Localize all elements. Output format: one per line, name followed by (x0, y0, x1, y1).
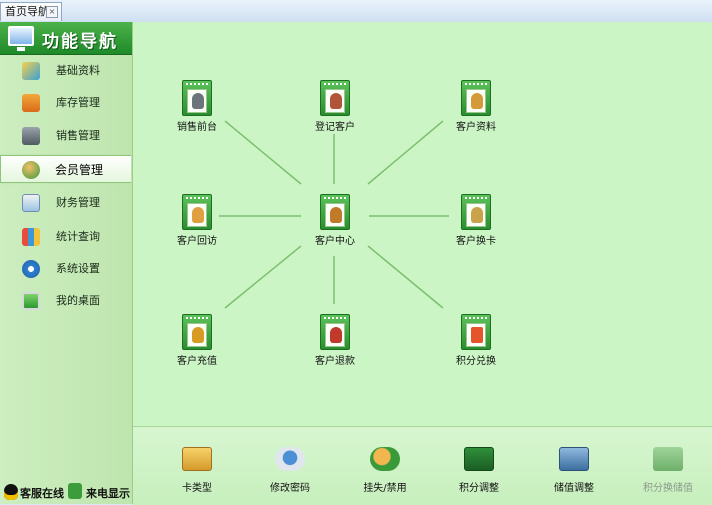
sidebar-item-label: 会员管理 (55, 163, 104, 177)
node-sales-counter[interactable]: 销售前台 (167, 80, 227, 133)
customer-profile-icon (461, 80, 491, 116)
sidebar-item-label: 基础资料 (56, 64, 100, 77)
sidebar-item-label: 财务管理 (56, 196, 100, 209)
finance-chart-icon (22, 194, 40, 212)
change-password-icon (275, 447, 305, 471)
qq-penguin-icon[interactable] (4, 484, 18, 500)
members-icon (22, 161, 40, 179)
points-exchange-icon (461, 314, 491, 350)
change-password-button[interactable]: 修改密码 (255, 447, 325, 494)
sidebar-header: 功能导航 (0, 22, 132, 55)
register-customer-icon (320, 80, 350, 116)
customer-visit-icon (182, 194, 212, 230)
connector-line (224, 245, 302, 309)
customer-card-change-icon (461, 194, 491, 230)
tab-bar: 首页导航 × (0, 0, 712, 23)
sidebar-item-sales[interactable]: 销售管理 (0, 122, 131, 150)
node-label: 登记客户 (315, 122, 355, 133)
sidebar-item-label: 库存管理 (56, 96, 100, 109)
node-label: 客户换卡 (456, 236, 496, 247)
tab-home-navigation[interactable]: 首页导航 × (0, 2, 62, 21)
tab-label: 首页导航 (5, 5, 49, 18)
node-label: 客户退款 (315, 356, 355, 367)
node-customer-profile[interactable]: 客户资料 (446, 80, 506, 133)
customer-center-icon (320, 194, 350, 230)
sidebar-item-basic-data[interactable]: 基础资料 (0, 57, 131, 85)
node-customer-card-change[interactable]: 客户换卡 (446, 194, 506, 247)
sidebar-item-label: 统计查询 (56, 230, 100, 243)
sidebar: 功能导航 基础资料 库存管理 销售管理 会员管理 财务管理 统计查询 系统设置 … (0, 22, 133, 504)
navigation-panel: 销售前台 登记客户 客户资料 客户回访 客户中心 客户换卡 客户充值 客户退款 … (133, 22, 712, 426)
card-type-button[interactable]: 卡类型 (162, 447, 232, 494)
status-bar: 客服在线 来电显示 (0, 480, 132, 504)
tool-label: 挂失/禁用 (363, 483, 407, 494)
sidebar-item-label: 我的桌面 (56, 294, 100, 307)
tool-label: 积分换储值 (643, 483, 693, 494)
sidebar-item-members[interactable]: 会员管理 (0, 155, 131, 183)
balance-adjust-icon (559, 447, 589, 471)
cash-register-icon (22, 127, 40, 145)
node-customer-center[interactable]: 客户中心 (305, 194, 365, 247)
monitor-icon (8, 26, 34, 51)
sidebar-item-finance[interactable]: 财务管理 (0, 189, 131, 217)
node-points-exchange[interactable]: 积分兑换 (446, 314, 506, 367)
points-adjust-button[interactable]: 积分调整 (444, 447, 514, 494)
pencil-icon (22, 62, 40, 80)
node-label: 客户资料 (456, 122, 496, 133)
sales-counter-icon (182, 80, 212, 116)
node-customer-visit[interactable]: 客户回访 (167, 194, 227, 247)
node-customer-recharge[interactable]: 客户充值 (167, 314, 227, 367)
phone-icon[interactable] (68, 483, 82, 499)
online-service-label[interactable]: 客服在线 (20, 485, 64, 501)
tool-label: 修改密码 (270, 483, 310, 494)
gears-icon (22, 260, 40, 278)
desktop-monitor-icon (22, 292, 40, 310)
sidebar-item-label: 系统设置 (56, 262, 100, 275)
sidebar-title: 功能导航 (42, 32, 118, 52)
node-label: 客户中心 (315, 236, 355, 247)
node-register-customer[interactable]: 登记客户 (305, 80, 365, 133)
close-icon[interactable]: × (46, 6, 58, 18)
balance-adjust-button[interactable]: 储值调整 (539, 447, 609, 494)
customer-recharge-icon (182, 314, 212, 350)
customer-refund-icon (320, 314, 350, 350)
node-label: 积分兑换 (456, 356, 496, 367)
card-type-icon (182, 447, 212, 471)
points-to-balance-icon (653, 447, 683, 471)
cart-icon (22, 94, 40, 112)
tool-label: 储值调整 (554, 483, 594, 494)
statistics-icon (22, 228, 40, 246)
report-loss-button[interactable]: 挂失/禁用 (350, 447, 420, 494)
sidebar-item-settings[interactable]: 系统设置 (0, 255, 131, 283)
node-label: 销售前台 (177, 122, 217, 133)
node-label: 客户充值 (177, 356, 217, 367)
caller-id-label[interactable]: 来电显示 (86, 485, 130, 501)
connector-line (367, 120, 444, 185)
sidebar-item-label: 销售管理 (56, 129, 100, 142)
node-label: 客户回访 (177, 236, 217, 247)
node-customer-refund[interactable]: 客户退款 (305, 314, 365, 367)
sidebar-item-desktop[interactable]: 我的桌面 (0, 287, 131, 315)
connector-line (367, 245, 444, 309)
bottom-toolbar: 卡类型 修改密码 挂失/禁用 积分调整 储值调整 积分换储值 (133, 426, 712, 505)
points-adjust-calculator-icon (464, 447, 494, 471)
tool-label: 卡类型 (182, 483, 212, 494)
points-to-balance-button[interactable]: 积分换储值 (633, 447, 703, 494)
sidebar-item-inventory[interactable]: 库存管理 (0, 89, 131, 117)
report-loss-icon (370, 447, 400, 471)
sidebar-item-statistics[interactable]: 统计查询 (0, 223, 131, 251)
tool-label: 积分调整 (459, 483, 499, 494)
connector-line (224, 120, 302, 185)
